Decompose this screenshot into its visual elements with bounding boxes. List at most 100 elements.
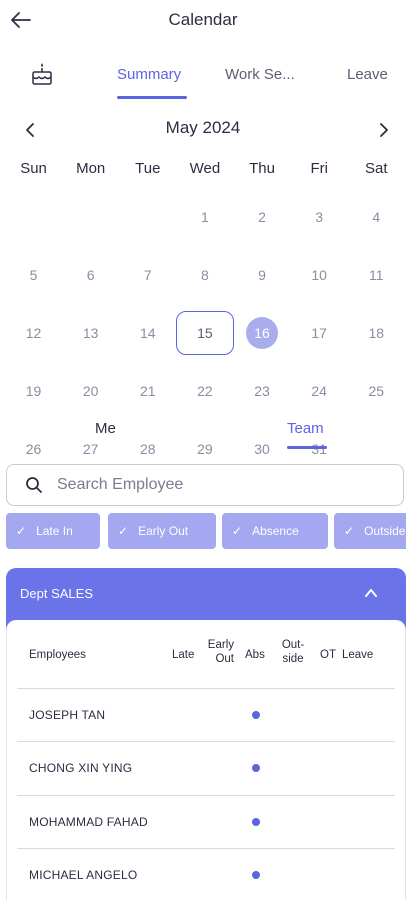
- absence-indicator: [252, 871, 260, 879]
- filter-label: Absence: [252, 524, 299, 538]
- calendar-day[interactable]: 7: [119, 246, 176, 304]
- filter-absence[interactable]: ✓ Absence: [222, 513, 328, 549]
- day-number: 23: [254, 383, 270, 399]
- employee-name: MOHAMMAD FAHAD: [29, 815, 148, 829]
- department-header[interactable]: Dept SALES: [6, 568, 406, 620]
- day-number: 6: [86, 267, 95, 283]
- day-number: 19: [25, 383, 42, 399]
- calendar-day[interactable]: 18: [348, 304, 405, 362]
- table-header: Employees Late Early Out Abs Out- side O…: [7, 620, 405, 688]
- calendar-day[interactable]: 16: [234, 304, 291, 362]
- absence-indicator: [252, 764, 260, 772]
- tab-summary[interactable]: Summary: [117, 66, 181, 83]
- day-number: 13: [82, 325, 99, 341]
- day-number: 8: [201, 267, 209, 283]
- search-box: [6, 464, 404, 506]
- tab-birthday[interactable]: [28, 60, 56, 88]
- page-title: Calendar: [168, 10, 238, 29]
- employee-name: JOSEPH TAN: [29, 708, 106, 722]
- day-number: 11: [369, 267, 384, 283]
- tab-me[interactable]: Me: [95, 420, 116, 437]
- day-number: 4: [372, 209, 381, 225]
- calendar-day[interactable]: 25: [348, 362, 405, 420]
- check-icon: ✓: [118, 524, 129, 538]
- calendar-day[interactable]: 14: [119, 304, 176, 362]
- table-row[interactable]: CHONG XIN YING: [7, 741, 405, 795]
- tab-work-schedule[interactable]: Work Se...: [225, 66, 295, 83]
- filter-late-in[interactable]: ✓ Late In: [6, 513, 100, 549]
- calendar-day[interactable]: 10: [291, 246, 348, 304]
- weekday-label: Tue: [135, 160, 161, 177]
- view-toggle: Me Team: [0, 416, 406, 456]
- day-number: 3: [315, 209, 324, 225]
- calendar-day[interactable]: 4: [348, 188, 405, 246]
- day-number: 10: [311, 267, 327, 283]
- day-number: 24: [311, 383, 327, 399]
- next-month-button[interactable]: [372, 118, 396, 142]
- col-early-out: Early Out: [204, 638, 234, 666]
- employee-name: MICHAEL ANGELO: [29, 868, 138, 882]
- filter-label: Late In: [36, 524, 73, 538]
- table-row[interactable]: JOSEPH TAN: [7, 688, 405, 742]
- calendar-day[interactable]: 9: [234, 246, 291, 304]
- calendar-day[interactable]: 24: [291, 362, 348, 420]
- calendar-day[interactable]: 22: [176, 362, 233, 420]
- department-panel: Dept SALES Employees Late Early Out Abs …: [6, 568, 406, 900]
- filter-early-out[interactable]: ✓ Early Out: [108, 513, 216, 549]
- filter-label: Outside: [364, 524, 406, 538]
- calendar-day[interactable]: 1: [176, 188, 233, 246]
- col-early-out-line2: Out: [215, 653, 234, 665]
- calendar-empty-cell: [119, 188, 176, 246]
- search-icon: [26, 477, 42, 493]
- weekday-label: Wed: [189, 160, 221, 177]
- calendar-day[interactable]: 12: [5, 304, 62, 362]
- chevron-right-icon: [380, 123, 388, 137]
- calendar-day[interactable]: 21: [119, 362, 176, 420]
- weekday-label: Mon: [76, 160, 106, 177]
- department-title: Dept SALES: [20, 586, 93, 601]
- calendar-day[interactable]: 20: [62, 362, 119, 420]
- calendar-empty-cell: [62, 188, 119, 246]
- day-number: 2: [258, 209, 266, 225]
- search-input[interactable]: [57, 476, 357, 494]
- calendar-day[interactable]: 8: [176, 246, 233, 304]
- col-employees: Employees: [29, 649, 86, 661]
- table-row[interactable]: MOHAMMAD FAHAD: [7, 795, 405, 849]
- calendar-day[interactable]: 23: [234, 362, 291, 420]
- app-header: Calendar: [0, 0, 406, 44]
- col-outside: Out- side: [277, 638, 309, 666]
- filter-chips: ✓ Late In ✓ Early Out ✓ Absence ✓ Outsid…: [6, 513, 406, 549]
- day-number: 25: [368, 383, 385, 399]
- calendar-day[interactable]: 3: [291, 188, 348, 246]
- calendar-day[interactable]: 2: [234, 188, 291, 246]
- calendar-empty-cell: [5, 188, 62, 246]
- tab-team[interactable]: Team: [287, 420, 324, 437]
- day-number: [14, 197, 54, 237]
- calendar-day[interactable]: 13: [62, 304, 119, 362]
- team-tab-indicator: [287, 446, 327, 449]
- day-number: 5: [29, 267, 38, 283]
- tab-bar: Summary Work Se... Leave: [0, 52, 406, 102]
- calendar-day[interactable]: 15: [176, 304, 234, 362]
- calendar-day[interactable]: 11: [348, 246, 405, 304]
- filter-outside[interactable]: ✓ Outside: [334, 513, 406, 549]
- day-number: 21: [140, 383, 156, 399]
- filter-label: Early Out: [138, 524, 189, 538]
- table-row[interactable]: MICHAEL ANGELO: [7, 848, 405, 900]
- day-number: 18: [368, 325, 385, 341]
- col-late: Late: [172, 649, 195, 661]
- col-leave: Leave: [342, 649, 374, 661]
- weekday-label: Fri: [310, 160, 328, 177]
- calendar-day[interactable]: 5: [5, 246, 62, 304]
- calendar-day[interactable]: 19: [5, 362, 62, 420]
- calendar-day[interactable]: 17: [291, 304, 348, 362]
- day-number: 17: [311, 325, 327, 341]
- department-table: Employees Late Early Out Abs Out- side O…: [6, 620, 406, 900]
- weekday-label: Sun: [20, 160, 47, 177]
- chevron-up-icon[interactable]: [364, 586, 378, 600]
- day-number: 12: [25, 325, 42, 341]
- calendar-day[interactable]: 6: [62, 246, 119, 304]
- tab-leave[interactable]: Leave: [347, 66, 388, 83]
- month-label: May 2024: [165, 118, 241, 137]
- check-icon: ✓: [344, 524, 355, 538]
